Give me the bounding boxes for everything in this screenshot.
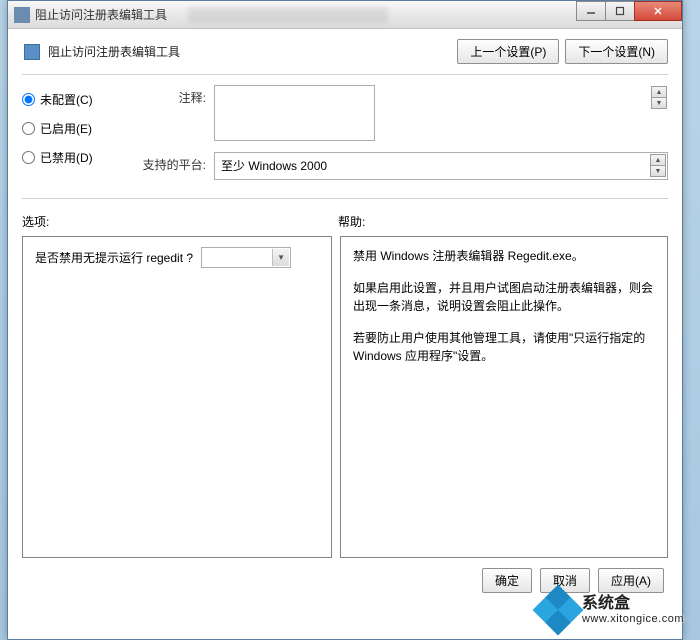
radio-disabled-label: 已禁用(D) <box>40 149 93 166</box>
nav-buttons: 上一个设置(P) 下一个设置(N) <box>457 39 668 64</box>
button-bar: 确定 取消 应用(A) <box>22 558 668 593</box>
radio-not-configured-input[interactable] <box>22 93 35 106</box>
radio-disabled[interactable]: 已禁用(D) <box>22 149 114 166</box>
minimize-button[interactable] <box>576 1 606 21</box>
help-text: 禁用 Windows 注册表编辑器 Regedit.exe。 如果启用此设置，并… <box>353 247 655 365</box>
dialog-window: 阻止访问注册表编辑工具 阻止访问注册表编辑工具 上一个设置(P) 下一个设置(N… <box>7 0 683 640</box>
fields: 注释: ▲ ▼ 支持的平台: 至少 Windows 2000 ▲ <box>134 85 668 188</box>
option-combo[interactable]: ▼ <box>201 247 291 268</box>
minimize-icon <box>586 6 596 16</box>
header-row: 阻止访问注册表编辑工具 上一个设置(P) 下一个设置(N) <box>22 39 668 64</box>
radio-not-configured[interactable]: 未配置(C) <box>22 91 114 108</box>
radio-enabled-label: 已启用(E) <box>40 120 92 137</box>
next-setting-button[interactable]: 下一个设置(N) <box>565 39 668 64</box>
help-p1: 禁用 Windows 注册表编辑器 Regedit.exe。 <box>353 247 655 265</box>
separator <box>22 74 668 75</box>
config-area: 未配置(C) 已启用(E) 已禁用(D) 注释: ▲ <box>22 85 668 188</box>
options-panel: 是否禁用无提示运行 regedit ? ▼ <box>22 236 332 558</box>
titlebar[interactable]: 阻止访问注册表编辑工具 <box>8 1 682 29</box>
content-area: 阻止访问注册表编辑工具 上一个设置(P) 下一个设置(N) 未配置(C) 已启用… <box>8 29 682 603</box>
ok-button[interactable]: 确定 <box>482 568 532 593</box>
window-controls <box>577 1 682 21</box>
panels: 是否禁用无提示运行 regedit ? ▼ 禁用 Windows 注册表编辑器 … <box>22 236 668 558</box>
maximize-button[interactable] <box>605 1 635 21</box>
platform-box: 至少 Windows 2000 ▲ ▼ <box>214 152 668 180</box>
prev-label: 上一个设置(P) <box>470 45 546 59</box>
comment-label: 注释: <box>134 85 206 144</box>
help-panel: 禁用 Windows 注册表编辑器 Regedit.exe。 如果启用此设置，并… <box>340 236 668 558</box>
header-left: 阻止访问注册表编辑工具 <box>22 42 180 62</box>
apply-label: 应用(A) <box>611 574 651 588</box>
prev-setting-button[interactable]: 上一个设置(P) <box>457 39 559 64</box>
radio-enabled-input[interactable] <box>22 122 35 135</box>
chevron-down-icon: ▼ <box>272 249 289 266</box>
next-label: 下一个设置(N) <box>578 45 655 59</box>
help-section-label: 帮助: <box>338 213 365 230</box>
comment-spin-down[interactable]: ▼ <box>651 97 667 109</box>
window-title: 阻止访问注册表编辑工具 <box>35 6 167 23</box>
section-labels: 选项: 帮助: <box>22 213 668 230</box>
radio-not-configured-label: 未配置(C) <box>40 91 93 108</box>
comment-spinner: ▲ ▼ <box>651 86 667 109</box>
maximize-icon <box>615 6 625 16</box>
platform-spinner: ▲ ▼ <box>650 154 666 177</box>
radio-disabled-input[interactable] <box>22 151 35 164</box>
policy-title: 阻止访问注册表编辑工具 <box>48 43 180 60</box>
cancel-label: 取消 <box>553 574 577 588</box>
cancel-button[interactable]: 取消 <box>540 568 590 593</box>
platform-value: 至少 Windows 2000 <box>221 159 327 173</box>
option-line: 是否禁用无提示运行 regedit ? ▼ <box>35 247 319 268</box>
apply-button[interactable]: 应用(A) <box>598 568 664 593</box>
options-section-label: 选项: <box>22 213 338 230</box>
platform-label: 支持的平台: <box>134 152 206 180</box>
titlebar-blur <box>188 7 388 23</box>
radio-enabled[interactable]: 已启用(E) <box>22 120 114 137</box>
close-icon <box>653 6 663 16</box>
separator-2 <box>22 198 668 199</box>
close-button[interactable] <box>634 1 682 21</box>
help-p3: 若要防止用户使用其他管理工具，请使用"只运行指定的 Windows 应用程序"设… <box>353 329 655 365</box>
ok-label: 确定 <box>495 574 519 588</box>
state-radios: 未配置(C) 已启用(E) 已禁用(D) <box>22 85 114 188</box>
comment-textarea[interactable] <box>214 85 375 141</box>
platform-row: 支持的平台: 至少 Windows 2000 ▲ ▼ <box>134 152 668 180</box>
comment-row: 注释: ▲ ▼ <box>134 85 668 144</box>
platform-spin-down[interactable]: ▼ <box>650 165 666 177</box>
app-icon <box>14 7 30 23</box>
option-question: 是否禁用无提示运行 regedit ? <box>35 249 193 266</box>
policy-icon <box>22 42 42 62</box>
help-p2: 如果启用此设置，并且用户试图启动注册表编辑器，则会出现一条消息，说明设置会阻止此… <box>353 279 655 315</box>
